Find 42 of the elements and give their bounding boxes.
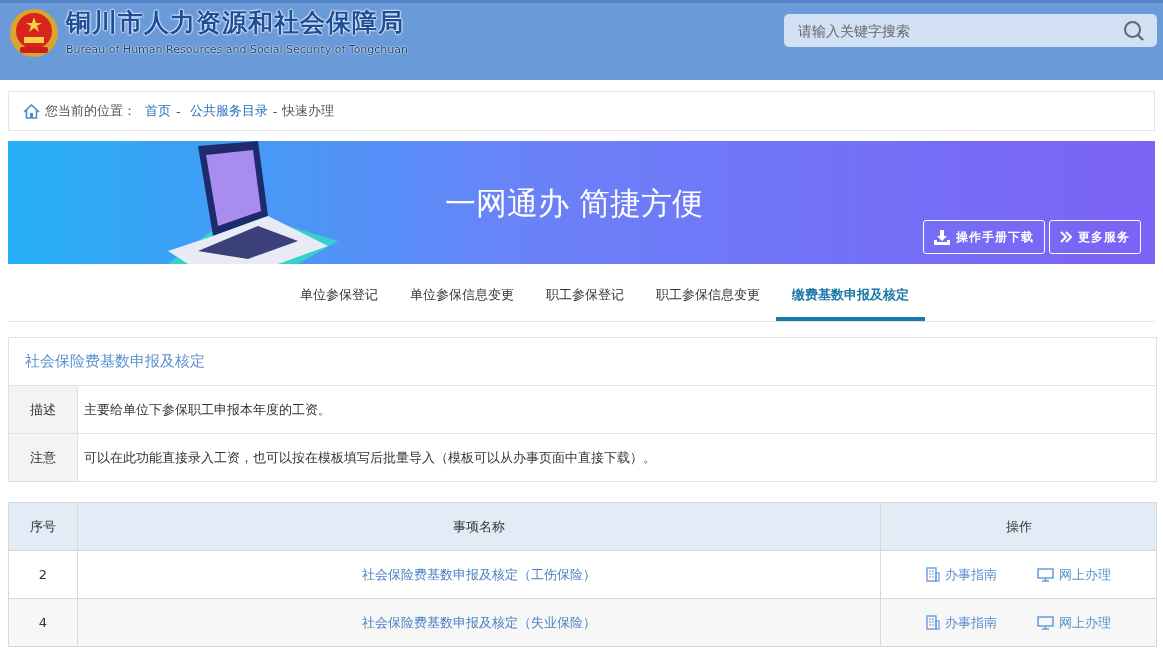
building-icon	[926, 567, 940, 582]
breadcrumb-current: 快速办理	[282, 102, 335, 120]
column-header: 操作	[880, 502, 1157, 551]
field-label: 注意	[9, 434, 78, 481]
column-header: 事项名称	[77, 502, 881, 551]
home-icon	[23, 103, 40, 119]
field-text: 可以在此功能直接录入工资，也可以按在模板填写后批量导入（模板可以从办事页面中直接下载）。	[83, 448, 656, 467]
download-icon	[934, 229, 950, 245]
item-link[interactable]: 社会保险费基数申报及核定（失业保险）	[362, 614, 596, 630]
double-chevron-icon	[1060, 231, 1072, 243]
tab[interactable]: 单位参保登记	[283, 272, 394, 321]
guide-link[interactable]: 办事指南	[926, 613, 997, 632]
more-services-button[interactable]: 更多服务	[1049, 220, 1141, 254]
tab[interactable]: 职工参保信息变更	[639, 272, 776, 321]
search-icon[interactable]	[1123, 20, 1145, 42]
breadcrumb-link[interactable]: 公共服务目录	[189, 102, 268, 120]
breadcrumb-link[interactable]: 首页	[145, 102, 171, 120]
monitor-icon	[1037, 615, 1054, 630]
site-subtitle: Bureau of Human Resources and Social Security of Tongchuan	[66, 43, 409, 56]
banner-slogan: 一网通办 简捷方便	[445, 184, 703, 223]
column-header: 序号	[8, 502, 78, 551]
monitor-icon	[1037, 567, 1054, 582]
breadcrumb-separator: -	[272, 103, 278, 119]
field-label: 描述	[9, 386, 78, 433]
building-icon	[926, 615, 940, 630]
guide-link[interactable]: 办事指南	[926, 565, 997, 584]
tab[interactable]: 单位参保信息变更	[393, 272, 530, 321]
item-link[interactable]: 社会保险费基数申报及核定（工伤保险）	[362, 566, 596, 582]
table-cell: 2	[8, 550, 78, 599]
manual-download-button[interactable]: 操作手册下载	[923, 220, 1045, 254]
field-text: 主要给单位下参保职工申报本年度的工资。	[83, 400, 331, 419]
online-service-link[interactable]: 网上办理	[1037, 613, 1111, 632]
search-field[interactable]: 请输入关键字搜索	[784, 14, 1157, 47]
site-title: 铜川市人力资源和社会保障局	[66, 7, 405, 39]
panel-title: 社会保险费基数申报及核定	[9, 338, 1156, 386]
location-label: 您当前的位置：	[45, 102, 136, 120]
table-cell: 4	[8, 598, 78, 647]
online-service-link[interactable]: 网上办理	[1037, 565, 1111, 584]
emblem-icon	[8, 7, 60, 59]
tab[interactable]: 职工参保登记	[529, 272, 640, 321]
tab[interactable]: 缴费基数申报及核定	[775, 272, 925, 321]
breadcrumb-separator: -	[176, 103, 181, 119]
